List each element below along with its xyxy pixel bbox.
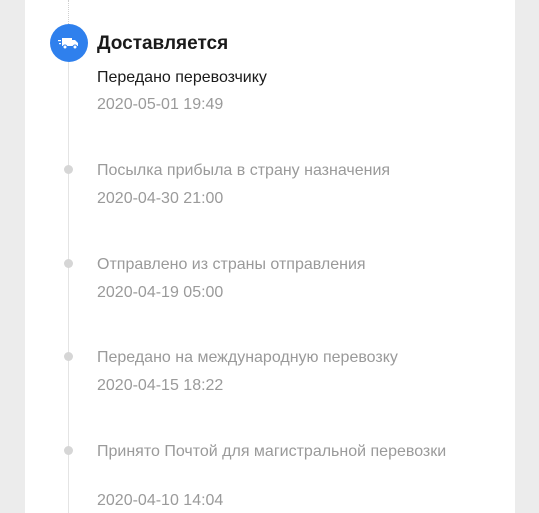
event-timestamp: 2020-04-30 21:00	[97, 190, 224, 207]
current-status-description: Передано перевозчику	[97, 69, 267, 86]
event-description: Посылка прибыла в страну назначения	[97, 162, 391, 179]
current-status-timestamp: 2020-05-01 19:49	[97, 96, 224, 113]
current-status-title: Доставляется	[97, 33, 229, 54]
event-timestamp: 2020-04-15 18:22	[97, 377, 224, 394]
event-timestamp: 2020-04-10 14:04	[97, 492, 224, 509]
event-description: Отправлено из страны отправления	[97, 256, 366, 273]
truck-icon	[50, 24, 88, 62]
event-description: Принято Почтой для магистральной перевоз…	[97, 443, 447, 460]
tracking-card: Доставляется Передано перевозчику 2020-0…	[25, 0, 515, 513]
timeline-dot	[64, 165, 73, 174]
timeline-dot	[64, 352, 73, 361]
event-description: Передано на международную перевозку	[97, 349, 398, 366]
timeline-dot	[64, 259, 73, 268]
timeline-dot	[64, 446, 73, 455]
timeline-connector-top	[68, 0, 69, 26]
event-timestamp: 2020-04-19 05:00	[97, 284, 224, 301]
